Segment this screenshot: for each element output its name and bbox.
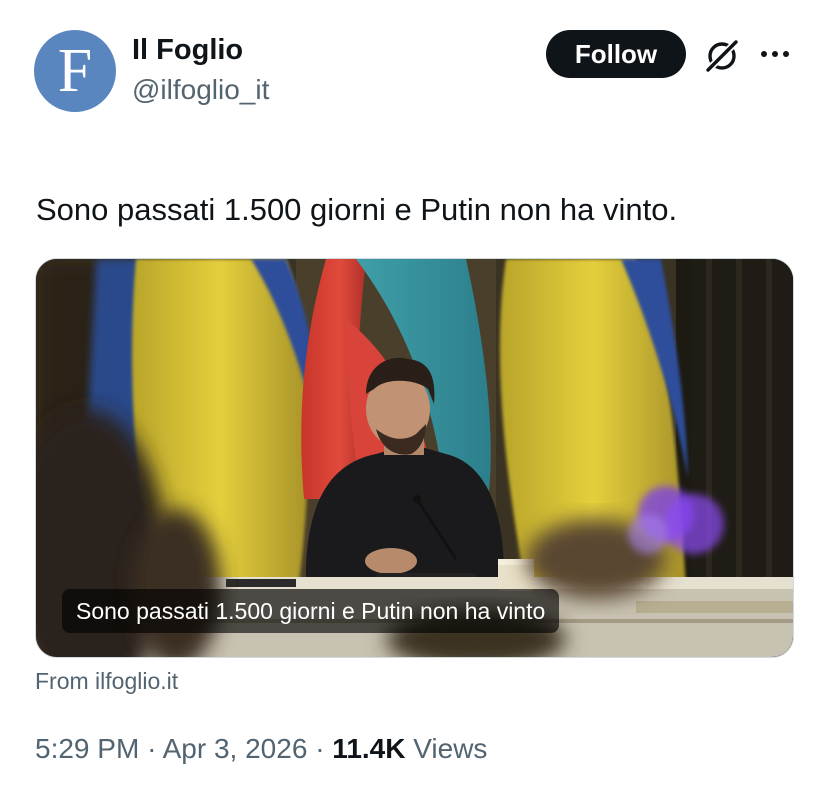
tweet-time[interactable]: 5:29 PM [35,733,139,764]
views-count[interactable]: 11.4K [332,733,405,764]
meta-separator: · [315,733,325,764]
grok-icon[interactable] [703,37,741,75]
views-label: Views [413,733,488,764]
tweet-meta: 5:29 PM · Apr 3, 2026 · 11.4K Views [35,733,487,765]
author-display-name[interactable]: Il Foglio [132,34,243,67]
follow-button[interactable]: Follow [546,30,686,78]
author-handle[interactable]: @ilfoglio_it [132,74,269,106]
tweet-text: Sono passati 1.500 giorni e Putin non ha… [36,192,678,227]
more-icon[interactable] [759,44,791,64]
card-source-link[interactable]: From ilfoglio.it [35,668,178,695]
tweet-date[interactable]: Apr 3, 2026 [163,733,308,764]
card-caption[interactable]: Sono passati 1.500 giorni e Putin non ha… [62,589,560,633]
avatar[interactable]: F [34,30,116,112]
avatar-letter: F [57,37,93,105]
meta-separator: · [147,733,157,764]
